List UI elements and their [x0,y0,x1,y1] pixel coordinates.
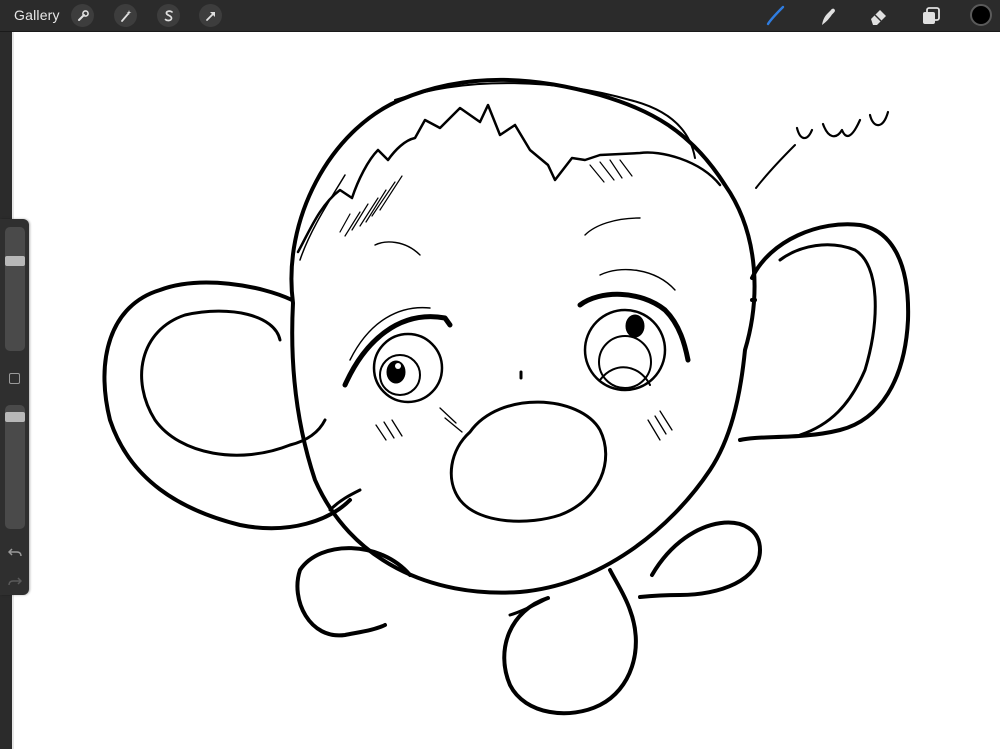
drawing-canvas[interactable] [0,0,1000,749]
left-ear [102,280,352,531]
hair-line [296,103,722,254]
mouth [449,400,608,523]
left-eye [372,332,444,404]
head-outline [289,77,757,595]
left-sidebar [0,219,29,595]
opacity-thumb[interactable] [5,411,25,422]
right-paw [638,520,762,599]
modify-button[interactable] [9,373,20,384]
undo-button[interactable] [6,544,24,560]
undo-arrow-icon [8,548,22,557]
redo-button[interactable] [6,573,24,589]
brush-size-slider[interactable] [5,227,25,351]
brush-size-thumb[interactable] [5,255,25,266]
left-paw [295,546,412,638]
redo-arrow-icon [8,577,22,586]
right-ear [738,222,911,442]
hair-top [394,82,696,159]
opacity-slider[interactable] [5,405,25,529]
right-eye [583,308,667,392]
